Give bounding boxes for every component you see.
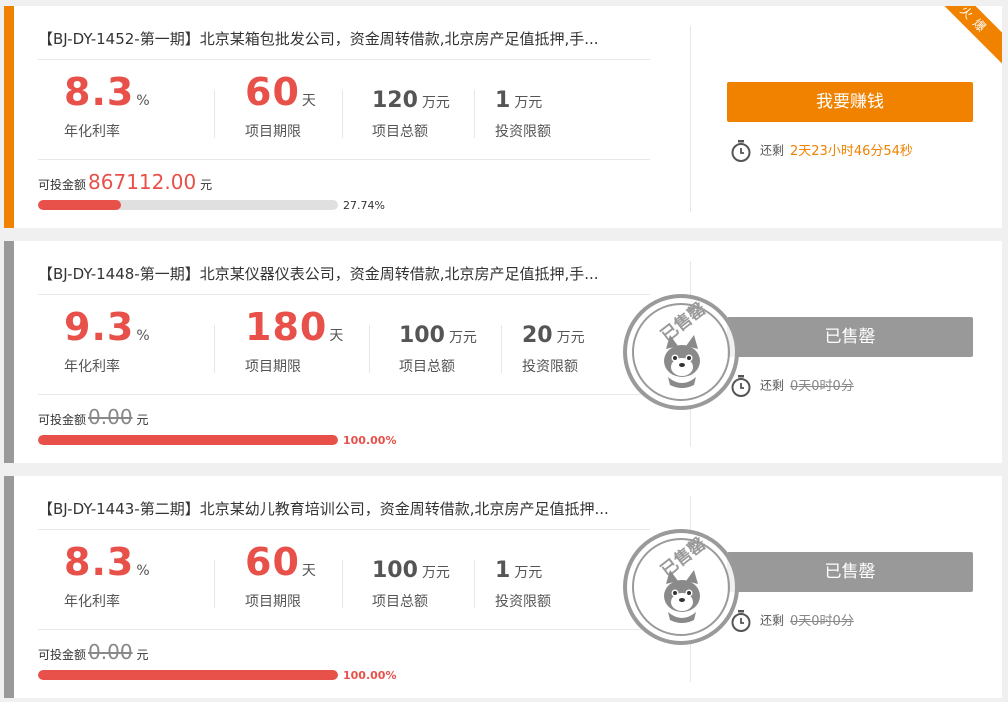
project-total: 120 万元 项目总额 <box>372 88 450 140</box>
investment-limit: 20 万元 投资限额 <box>522 323 585 375</box>
project-term: 180 天 项目期限 <box>245 305 344 375</box>
divider <box>38 59 650 60</box>
project-total: 100 万元 项目总额 <box>399 323 477 375</box>
loan-card[interactable]: 火爆 【BJ-DY-1452-第一期】北京某箱包批发公司，资金周转借款,北京房产… <box>4 6 1002 228</box>
progress-fill <box>38 200 122 210</box>
divider <box>474 560 475 608</box>
divider <box>501 325 502 373</box>
divider <box>214 560 215 608</box>
annual-rate: 9.3% 年化利率 <box>64 305 150 375</box>
investment-limit: 1 万元 投资限额 <box>495 88 551 140</box>
project-term: 60 天 项目期限 <box>245 540 316 610</box>
divider <box>38 159 650 160</box>
loan-card[interactable]: 【BJ-DY-1443-第二期】北京某幼儿教育培训公司，资金周转借款,北京房产足… <box>4 476 1002 698</box>
project-term: 60 天 项目期限 <box>245 70 316 140</box>
sold-out-button[interactable]: 已售罄 <box>727 552 973 592</box>
divider <box>342 90 343 138</box>
sold-out-stamp-icon: 已售罄 <box>623 529 739 645</box>
available-amount: 可投金额 0.00 元 <box>38 405 149 429</box>
loan-card[interactable]: 【BJ-DY-1448-第一期】北京某仪器仪表公司，资金周转借款,北京房产足值抵… <box>4 241 1002 463</box>
progress-bar <box>38 200 338 210</box>
countdown: 还剩 2天23小时46分54秒 <box>730 139 913 163</box>
progress-bar <box>38 670 338 680</box>
annual-rate: 8.3% 年化利率 <box>64 70 150 140</box>
investment-limit: 1 万元 投资限额 <box>495 558 551 610</box>
annual-rate: 8.3% 年化利率 <box>64 540 150 610</box>
divider <box>214 325 215 373</box>
divider <box>38 294 650 295</box>
progress-percent: 100.00% <box>343 669 397 682</box>
available-amount: 可投金额 0.00 元 <box>38 640 149 664</box>
invest-button[interactable]: 我要赚钱 <box>727 82 973 122</box>
sold-out-button[interactable]: 已售罄 <box>727 317 973 357</box>
progress-percent: 100.00% <box>343 434 397 447</box>
divider <box>214 90 215 138</box>
divider <box>369 325 370 373</box>
countdown: 还剩 0天0时0分 <box>730 374 854 398</box>
available-amount: 可投金额 867112.00 元 <box>38 170 213 194</box>
progress-percent: 27.74% <box>343 199 385 212</box>
divider <box>38 394 650 395</box>
progress-bar <box>38 435 338 445</box>
clock-icon <box>731 140 751 162</box>
divider <box>690 26 691 212</box>
divider <box>342 560 343 608</box>
hot-badge: 火爆 <box>928 6 1002 68</box>
divider <box>474 90 475 138</box>
progress-fill <box>38 670 338 680</box>
loan-title[interactable]: 【BJ-DY-1443-第二期】北京某幼儿教育培训公司，资金周转借款,北京房产足… <box>38 498 609 519</box>
sold-out-stamp-icon: 已售罄 <box>623 294 739 410</box>
progress-fill <box>38 435 338 445</box>
loan-title[interactable]: 【BJ-DY-1448-第一期】北京某仪器仪表公司，资金周转借款,北京房产足值抵… <box>38 263 599 284</box>
divider <box>38 529 650 530</box>
countdown: 还剩 0天0时0分 <box>730 609 854 633</box>
loan-title[interactable]: 【BJ-DY-1452-第一期】北京某箱包批发公司，资金周转借款,北京房产足值抵… <box>38 28 599 49</box>
project-total: 100 万元 项目总额 <box>372 558 450 610</box>
divider <box>38 629 650 630</box>
